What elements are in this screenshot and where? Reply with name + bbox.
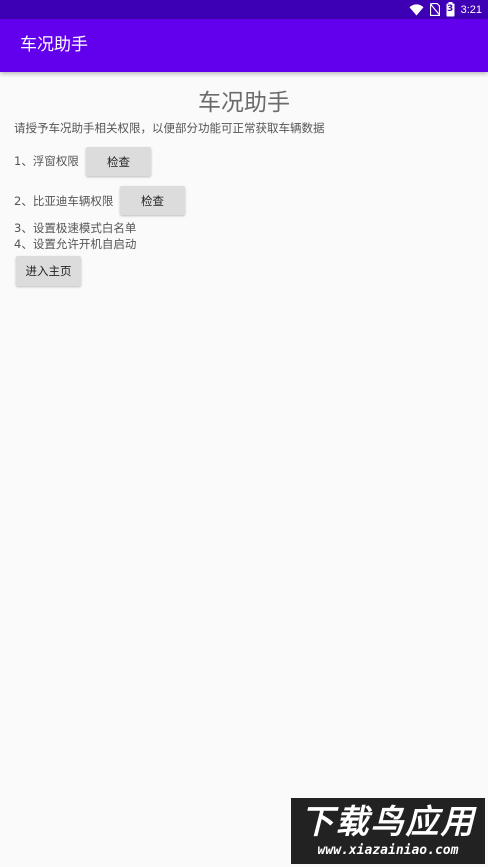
- speed-mode-whitelist-label: 3、设置极速模式白名单: [14, 221, 137, 235]
- page-title: 车况助手: [198, 90, 290, 116]
- app-bar: 车况助手: [0, 19, 488, 72]
- wifi-icon: [409, 3, 424, 16]
- battery-icon: 3: [446, 2, 455, 17]
- status-bar: 3 3:21: [0, 0, 488, 19]
- watermark-text: 下载鸟应用: [300, 802, 476, 841]
- battery-level: 3: [446, 4, 454, 14]
- floating-window-permission-label: 1、浮窗权限: [14, 154, 79, 168]
- permission-description: 请授予车况助手相关权限，以便部分功能可正常获取车辆数据: [14, 121, 325, 135]
- status-time: 3:21: [460, 3, 482, 16]
- check-byd-permission-button[interactable]: 检查: [120, 186, 185, 215]
- app-bar-title: 车况助手: [20, 35, 88, 55]
- auto-start-label: 4、设置允许开机自启动: [14, 237, 137, 251]
- watermark-url: www.xiazainiao.com: [317, 843, 459, 858]
- status-icons: 3 3:21: [409, 2, 482, 17]
- check-floating-window-button[interactable]: 检查: [86, 147, 151, 176]
- watermark-logo: 下载鸟应用 www.xiazainiao.com: [291, 798, 485, 864]
- sim-off-icon: [429, 3, 440, 16]
- byd-vehicle-permission-label: 2、比亚迪车辆权限: [14, 194, 114, 208]
- enter-home-button[interactable]: 进入主页: [16, 256, 81, 286]
